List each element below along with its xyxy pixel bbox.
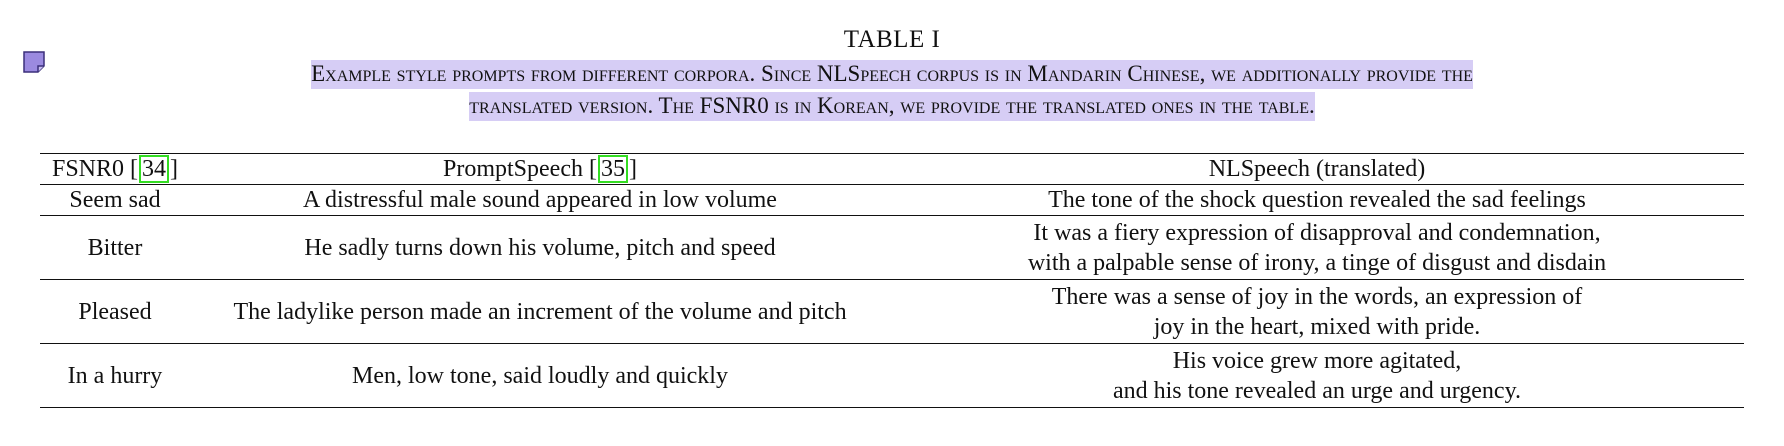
cell-fsnr0: Seem sad [69, 187, 161, 213]
cell-nlspeech-line: There was a sense of joy in the words, a… [1051, 283, 1583, 310]
cell-nlspeech-line: The tone of the shock question revealed … [1048, 187, 1586, 213]
table-row: Seem sad A distressful male sound appear… [40, 185, 1744, 216]
table-row: Bitter He sadly turns down his volume, p… [40, 216, 1744, 280]
cell-fsnr0: Pleased [78, 298, 152, 325]
caption-line-2[interactable]: translated version. The FSNR0 is in Kore… [469, 92, 1315, 121]
cell-nlspeech: There was a sense of joy in the words, a… [890, 280, 1744, 344]
cell-promptspeech: He sadly turns down his volume, pitch an… [304, 234, 776, 261]
header-fsnr0-label: FSNR0 [51, 156, 125, 182]
header-nlspeech: NLSpeech (translated) [1208, 156, 1426, 182]
header-promptspeech-label: PromptSpeech [443, 156, 583, 182]
cell-nlspeech: His voice grew more agitated, and his to… [890, 344, 1744, 408]
header-promptspeech: PromptSpeech [35] [443, 155, 637, 183]
cell-nlspeech-line: It was a fiery expression of disapproval… [1033, 219, 1601, 246]
citation-link[interactable]: 34 [139, 155, 170, 183]
cell-nlspeech-line: His voice grew more agitated, [1172, 347, 1462, 374]
cell-fsnr0: Bitter [87, 234, 143, 261]
cell-promptspeech: A distressful male sound appeared in low… [303, 187, 777, 213]
citation-link[interactable]: 35 [597, 155, 628, 183]
cell-promptspeech: The ladylike person made an increment of… [233, 298, 847, 325]
table-caption: Example style prompts from different cor… [32, 58, 1752, 122]
table-header-row: FSNR0 [34] PromptSpeech [35] NLSpeech (t… [40, 153, 1744, 185]
cell-promptspeech: Men, low tone, said loudly and quickly [352, 362, 728, 389]
cell-nlspeech: The tone of the shock question revealed … [890, 185, 1744, 216]
caption-line-1[interactable]: Example style prompts from different cor… [311, 60, 1473, 89]
cell-nlspeech-line: with a palpable sense of irony, a tinge … [1027, 249, 1607, 276]
cell-nlspeech-line: joy in the heart, mixed with pride. [1153, 313, 1481, 340]
table-row: In a hurry Men, low tone, said loudly an… [40, 344, 1744, 408]
cell-nlspeech: It was a fiery expression of disapproval… [890, 216, 1744, 280]
table-row: Pleased The ladylike person made an incr… [40, 280, 1744, 344]
table-title: TABLE I [843, 26, 941, 53]
cell-fsnr0: In a hurry [67, 362, 163, 389]
cell-nlspeech-line: and his tone revealed an urge and urgenc… [1112, 377, 1522, 404]
header-fsnr0: FSNR0 [34] [51, 155, 179, 183]
style-prompts-table: FSNR0 [34] PromptSpeech [35] NLSpeech (t… [40, 153, 1744, 408]
